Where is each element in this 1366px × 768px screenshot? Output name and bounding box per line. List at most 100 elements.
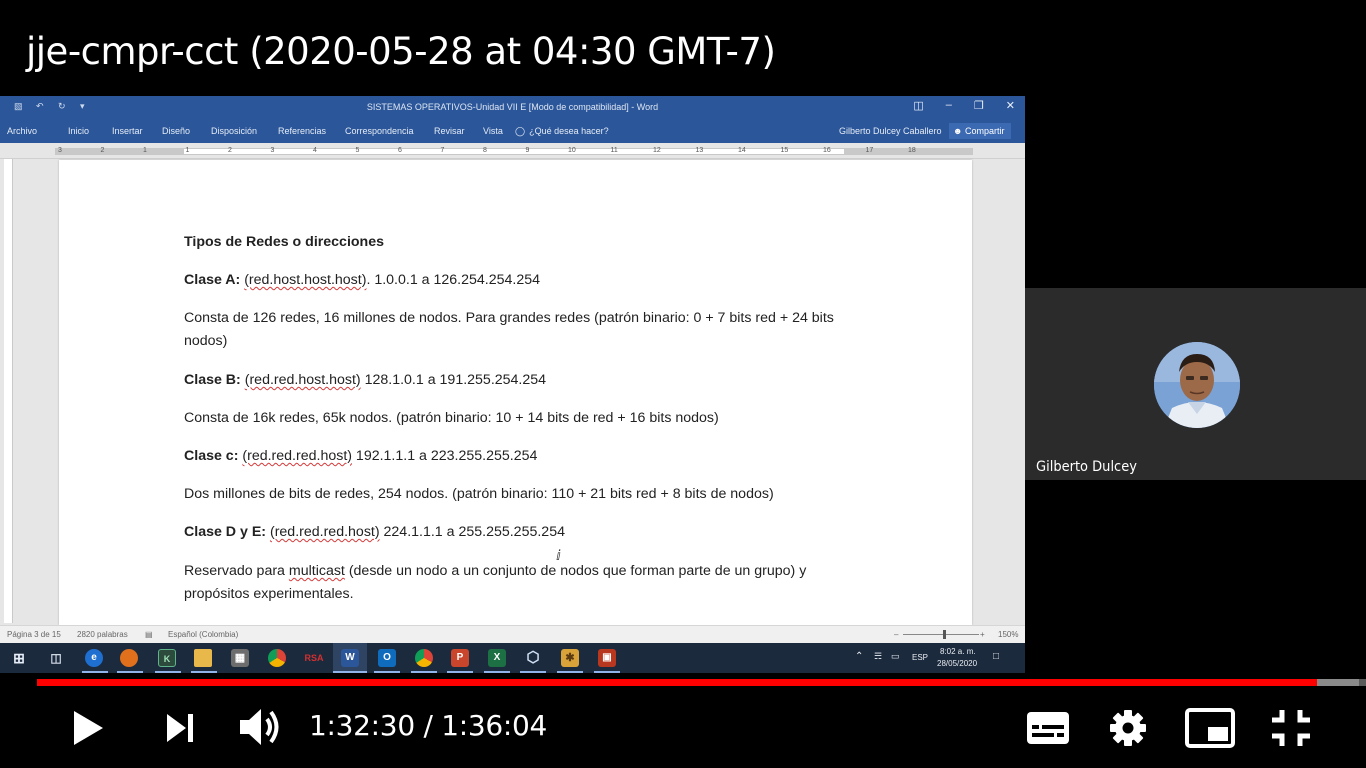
3d-viewer-icon: ⬡	[526, 649, 540, 666]
ruler-number: 7	[440, 147, 445, 154]
doc-heading: Tipos de Redes o direcciones	[184, 234, 385, 250]
chrome-icon	[415, 649, 433, 667]
miniplayer-button[interactable]	[1184, 707, 1236, 749]
play-button[interactable]	[70, 708, 106, 748]
ruler-number: 15	[780, 147, 789, 154]
exit-fullscreen-button[interactable]	[1270, 708, 1312, 748]
word-icon: W	[341, 649, 359, 667]
tab-disposicion: Disposición	[211, 126, 258, 136]
doc-clase-de: Clase D y E: (red.red.red.host) 224.1.1.…	[184, 524, 565, 540]
document-page: Tipos de Redes o direcciones Clase A: (r…	[59, 160, 972, 625]
excel-icon: X	[488, 649, 506, 667]
volume-button[interactable]	[237, 704, 283, 750]
tab-inicio: Inicio	[68, 126, 90, 136]
doc-clase-b: Clase B: (red.red.host.host) 128.1.0.1 a…	[184, 372, 547, 388]
tray-date: 28/05/2020	[937, 659, 978, 668]
ruler-number: 3	[58, 147, 62, 154]
outlook-icon: O	[378, 649, 396, 667]
maximize-icon: ❐	[973, 100, 984, 112]
ruler-number: 1	[185, 147, 190, 154]
ruler-number: 4	[313, 147, 317, 154]
tab-insertar: Insertar	[112, 126, 143, 136]
notifications-icon: □	[993, 651, 1000, 662]
ribbon-tabs: Archivo Inicio Insertar Diseño Disposici…	[7, 126, 609, 137]
chevron-up-icon: ⌃	[855, 651, 864, 662]
file-explorer-icon	[194, 649, 212, 667]
ruler-number: 2	[100, 147, 105, 154]
progress-bar[interactable]	[37, 679, 1366, 686]
lightbulb-icon: ◯	[515, 126, 526, 136]
vertical-ruler	[4, 159, 13, 623]
ruler-number: 3	[270, 147, 275, 154]
player-controls: 1:32:30 / 1:36:04	[0, 690, 1366, 768]
zoom-out-icon: –	[894, 630, 899, 639]
ribbon-options-icon: ◫	[913, 100, 924, 112]
next-button[interactable]	[164, 711, 196, 745]
current-time: 1:32:30	[309, 709, 415, 742]
progress-played	[37, 679, 1318, 686]
battery-icon: ▭	[891, 651, 900, 661]
app-icon: ▣	[598, 649, 616, 667]
edge-icon: e	[85, 649, 103, 667]
ruler-number: 14	[738, 147, 746, 154]
word-document-title: SISTEMAS OPERATIVOS-Unidad VII E [Modo d…	[366, 102, 659, 112]
calculator-icon: ▦	[231, 649, 249, 667]
ruler-number: 16	[823, 147, 831, 154]
proofing-icon: ▤	[145, 630, 153, 639]
share-label: Compartir	[965, 126, 1005, 136]
windows-start-icon: ⊞	[13, 650, 25, 666]
network-icon: ☴	[874, 651, 883, 661]
ruler-number: 12	[653, 147, 661, 154]
close-icon: ✕	[1005, 100, 1015, 112]
windows-taskbar: ⊞ ◫ e K ▦ RSA W O P X ⬡ ✱ ▣ ⌃ ☴ ▭ ESP 8:…	[0, 643, 1025, 673]
settings-gear-icon[interactable]	[1109, 709, 1147, 747]
participant-tile: Gilberto Dulcey	[1025, 288, 1366, 480]
doc-desc-a: Consta de 126 redes, 16 millones de nodo…	[184, 310, 834, 349]
powerpoint-icon: P	[451, 649, 469, 667]
tray-language: ESP	[912, 653, 929, 662]
horizontal-ruler: 3 2 1 1 2 3 4 5 6 7 8 9 10 11 12 13 14 15 16 17 18	[0, 143, 1025, 159]
minimize-icon: –	[945, 99, 952, 111]
ruler-number: 10	[568, 147, 576, 154]
tab-revisar: Revisar	[434, 126, 465, 136]
ruler-number: 17	[865, 147, 874, 154]
firefox-icon	[120, 649, 138, 667]
tray-time: 8:02 a. m.	[940, 647, 976, 656]
word-window: ▧ ↶ ↻ ▾ SISTEMAS OPERATIVOS-Unidad VII E…	[0, 96, 1025, 643]
ruler-number: 8	[483, 147, 487, 154]
zoom-in-icon: +	[980, 630, 985, 639]
share-button: ☻ Compartir	[949, 123, 1011, 139]
subtitles-button[interactable]	[1026, 710, 1070, 746]
ruler-number: 5	[355, 147, 360, 154]
multicast-word: multicast	[288, 563, 345, 579]
video-player[interactable]: jje-cmpr-cct (2020-05-28 at 04:30 GMT-7)…	[0, 0, 1366, 768]
person-icon: ☻	[953, 126, 963, 136]
pattern-a: (red.host.host.host)	[244, 272, 367, 288]
status-words: 2820 palabras	[77, 630, 128, 639]
pattern-c: (red.red.red.host)	[242, 448, 352, 464]
word-status-bar: Página 3 de 15 2820 palabras ▤ Español (…	[0, 625, 1025, 643]
chrome-icon	[268, 649, 286, 667]
zoom-slider-thumb	[943, 630, 946, 639]
task-view-icon: ◫	[50, 651, 62, 665]
tab-diseno: Diseño	[162, 126, 191, 136]
ruler-number: 11	[610, 147, 618, 154]
tab-referencias: Referencias	[278, 126, 327, 136]
status-language: Español (Colombia)	[168, 630, 239, 639]
ruler-number: 18	[908, 147, 916, 154]
doc-desc-c: Dos millones de bits de redes, 254 nodos…	[184, 486, 774, 502]
zoom-slider	[903, 634, 979, 635]
doc-desc-de: Reservado para multicast (desde un nodo …	[184, 563, 807, 602]
pattern-b: (red.red.host.host)	[244, 372, 361, 388]
doc-clase-a: Clase A: (red.host.host.host). 1.0.0.1 a…	[184, 272, 540, 288]
ruler-number: 13	[695, 147, 704, 154]
ruler-number: 6	[398, 147, 402, 154]
tools-icon: ✱	[561, 649, 579, 667]
doc-clase-c: Clase c: (red.red.red.host) 192.1.1.1 a …	[184, 448, 538, 464]
ruler-numbers: 3 2 1 1 2 3 4 5 6 7 8 9 10 11 12 13 14 15 16 17 18	[56, 147, 972, 154]
video-title: jje-cmpr-cct (2020-05-28 at 04:30 GMT-7)	[26, 30, 776, 73]
ruler-number: 9	[525, 147, 530, 154]
pattern-de: (red.red.red.host)	[269, 524, 380, 540]
ruler-bar: 3 2 1 1 2 3 4 5 6 7 8 9 10 11 12 13 14 15 16 17 18	[55, 147, 973, 155]
duration: 1:36:04	[441, 709, 548, 742]
